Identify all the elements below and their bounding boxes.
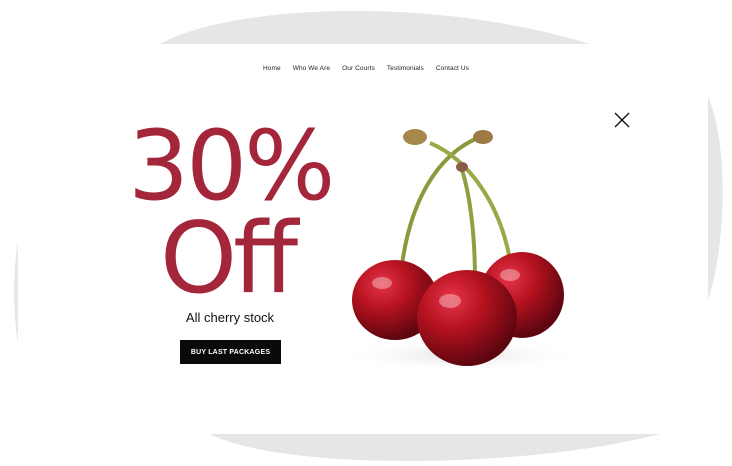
nav-item-home[interactable]: Home: [263, 65, 281, 72]
nav-item-who-we-are[interactable]: Who We Are: [293, 65, 330, 72]
discount-percent: 30%: [128, 110, 335, 222]
promo-subtitle: All cherry stock: [185, 310, 275, 325]
nav-item-our-courts[interactable]: Our Courts: [342, 65, 375, 72]
cherries-image: [340, 129, 580, 373]
buy-last-packages-button[interactable]: BUY LAST PACKAGES: [180, 340, 281, 364]
top-nav: Home Who We Are Our Courts Testimonials …: [0, 65, 732, 72]
close-icon[interactable]: [614, 112, 630, 128]
nav-item-testimonials[interactable]: Testimonials: [387, 65, 424, 72]
discount-off-label: Off: [160, 202, 298, 316]
nav-item-contact-us[interactable]: Contact Us: [436, 65, 469, 72]
